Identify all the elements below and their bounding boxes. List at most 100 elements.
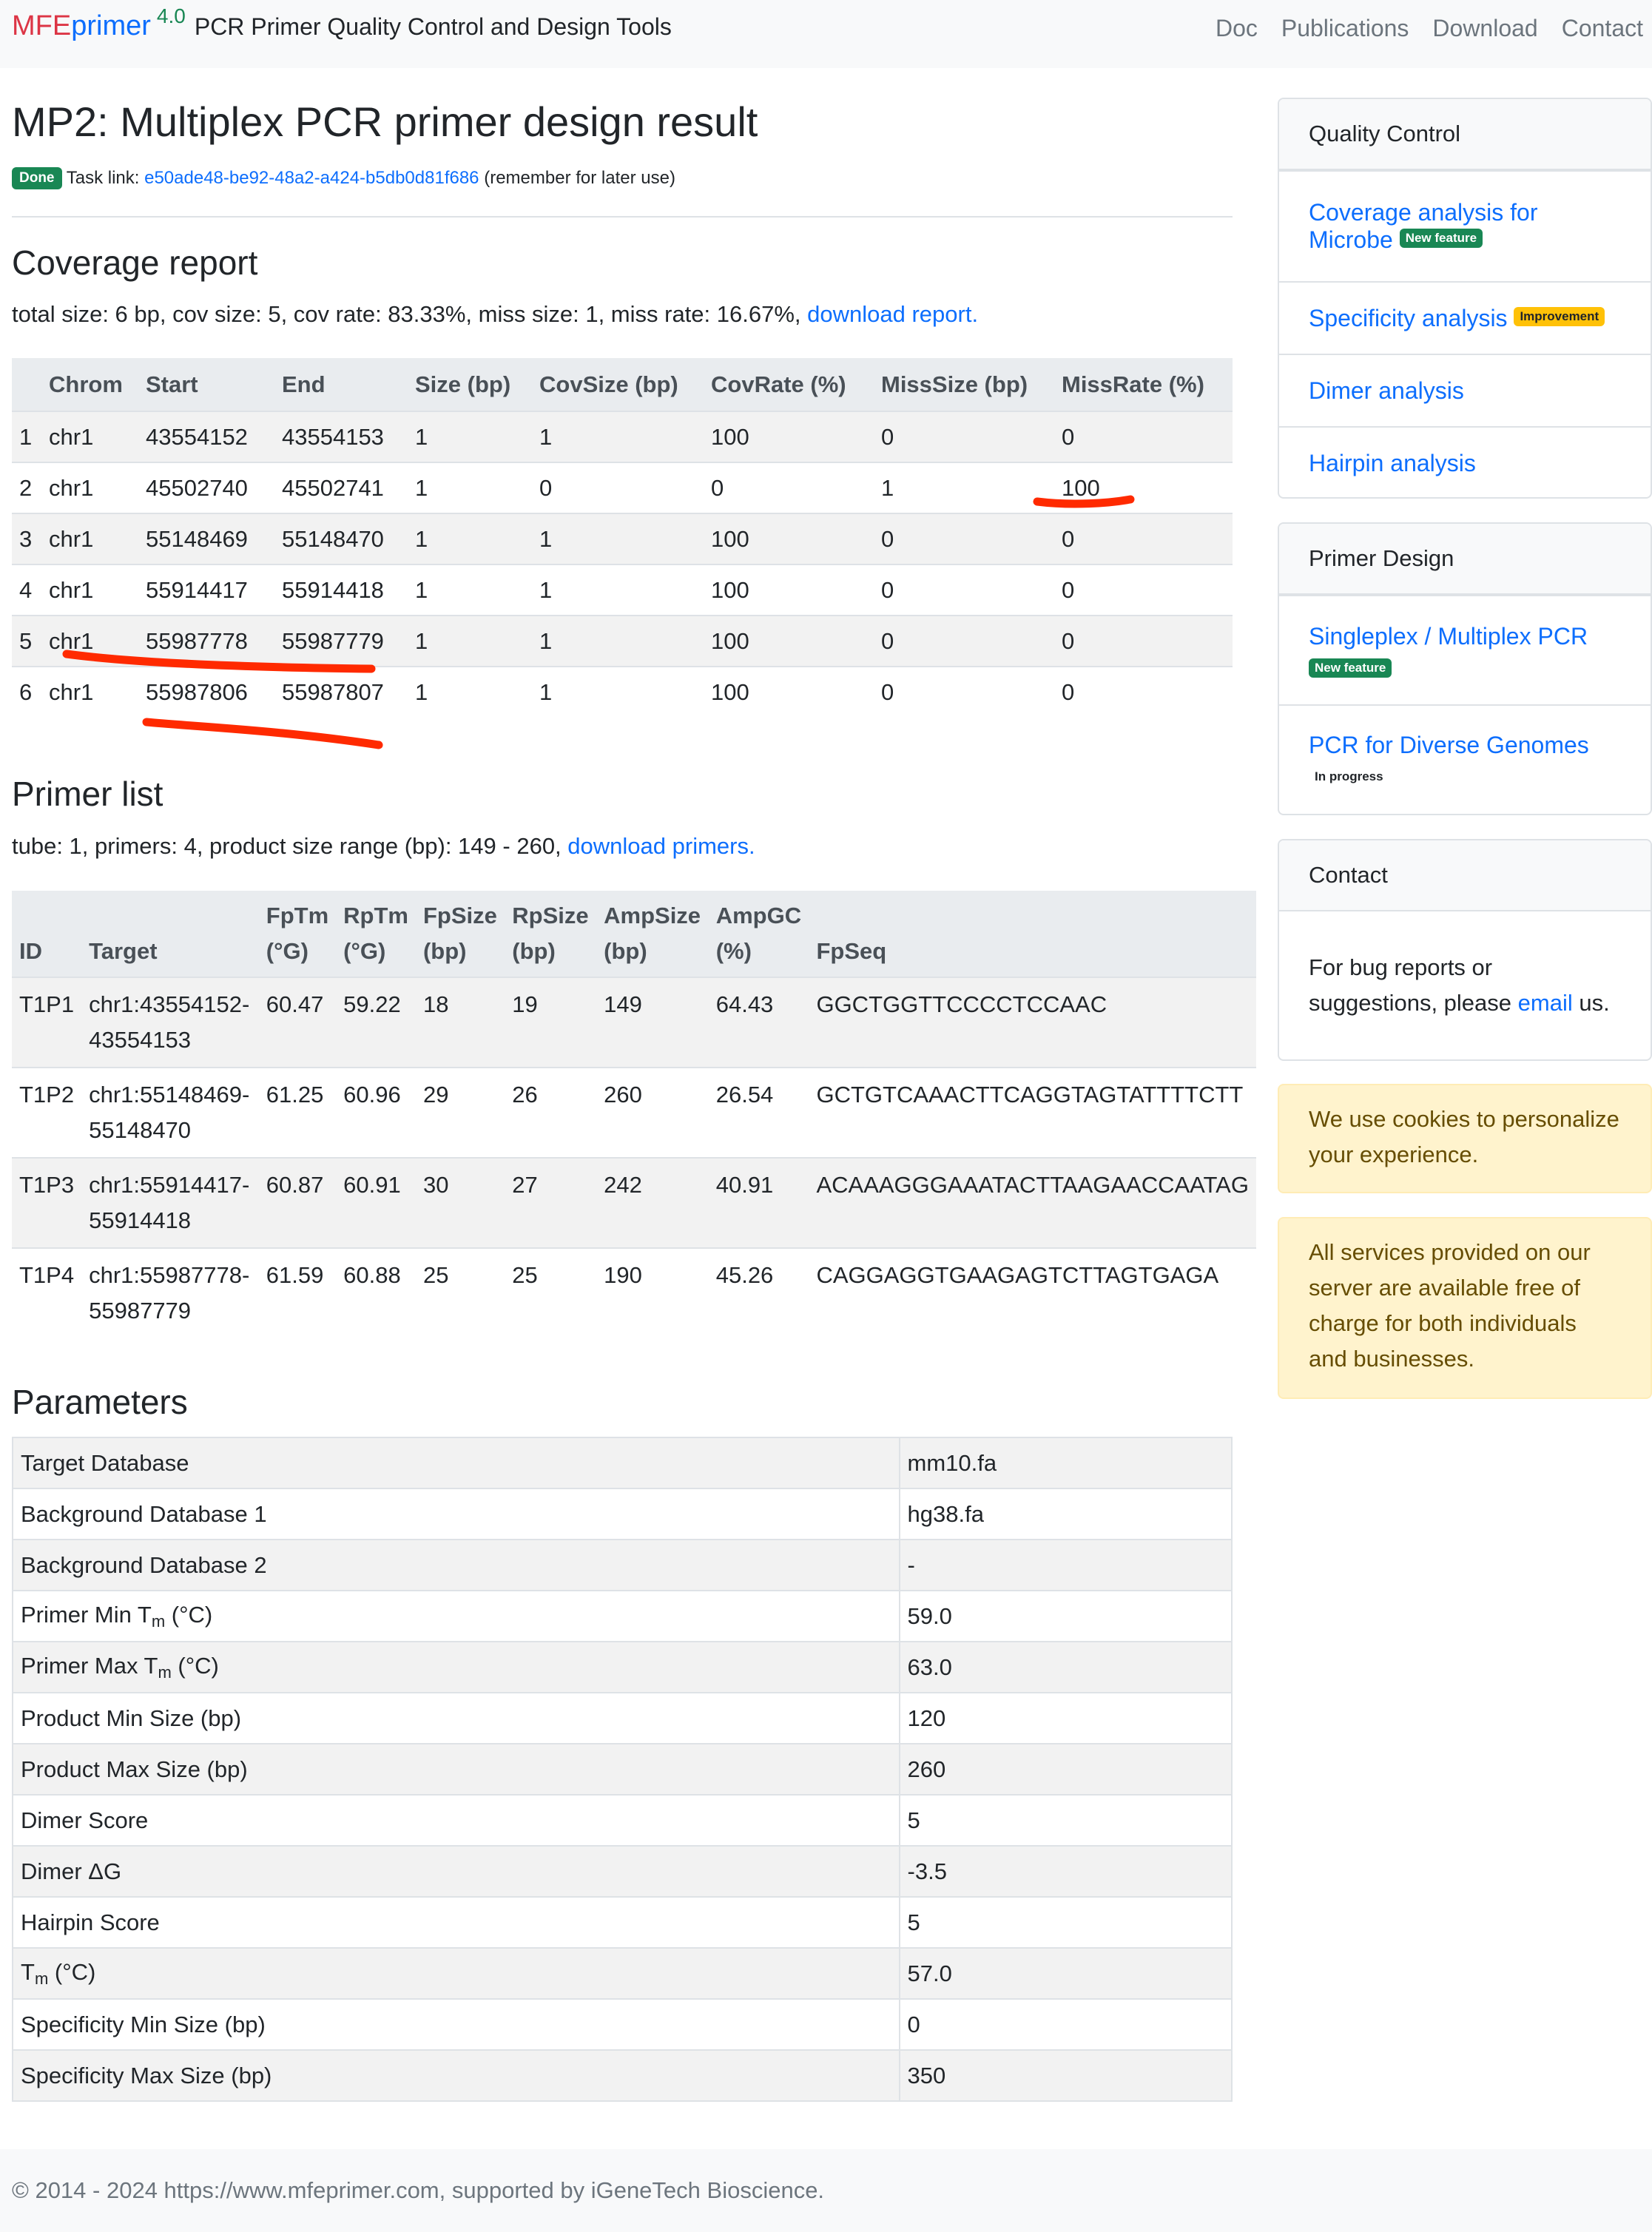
coverage-cell: chr1	[41, 411, 138, 462]
multiplex-pcr-link[interactable]: Singleplex / Multiplex PCR New feature	[1309, 623, 1621, 678]
primer-col-header: RpSize (bp)	[505, 891, 596, 977]
coverage-analysis-link[interactable]: Coverage analysis for Microbe New feature	[1309, 199, 1621, 254]
primer-row: T1P3 chr1:55914417- 55914418 60.87 60.91 30 27…	[12, 1157, 1256, 1248]
primer-cell-rpsize: 26	[505, 1067, 597, 1158]
download-primers-link[interactable]: download primers.	[567, 833, 755, 859]
coverage-cell: 100	[1054, 462, 1233, 513]
coverage-cell: chr1	[41, 564, 138, 616]
coverage-cell: 55914417	[138, 564, 274, 616]
primer-row: T1P1 chr1:43554152- 43554153 60.47 59.22 18 19…	[12, 977, 1256, 1068]
parameter-label: Tm (°C)	[12, 1947, 900, 2000]
primer-cell-fptm: 61.25	[258, 1067, 337, 1158]
primer-col-header: AmpGC (%)	[709, 891, 809, 977]
parameter-row: Primer Min Tm (°C) 59.0	[12, 1590, 1233, 1642]
primer-col-header-line: FpSeq	[816, 938, 887, 964]
coverage-cell: 6	[12, 666, 41, 718]
primer-cell-ampsize: 190	[596, 1247, 709, 1338]
sidebar-item-multiplex[interactable]: Singleplex / Multiplex PCR New feature	[1279, 595, 1651, 704]
quality-control-header: Quality Control	[1279, 99, 1651, 170]
new-feature-badge: New feature	[1399, 229, 1483, 248]
primer-col-header-line: (%)	[715, 938, 752, 964]
coverage-row: 1 chr1 43554152 43554153 1 1 100 0 0	[12, 411, 1233, 462]
primer-design-header: Primer Design	[1279, 524, 1651, 595]
nav-contact[interactable]: Contact	[1562, 15, 1643, 42]
nav-publications[interactable]: Publications	[1281, 15, 1409, 42]
primer-cell-rptm: 60.96	[336, 1067, 416, 1158]
primer-cell-ampgc: 40.91	[708, 1157, 809, 1248]
coverage-cell: 1	[532, 411, 704, 462]
parameter-row: Target Database mm10.fa	[12, 1437, 1233, 1489]
coverage-cell: 0	[532, 462, 704, 513]
coverage-cell: 1	[532, 513, 704, 564]
contact-text: For bug reports or suggestions, please	[1309, 954, 1512, 1016]
parameter-value: 59.0	[898, 1590, 1233, 1642]
new-feature-badge: New feature	[1309, 658, 1392, 678]
coverage-cell: chr1	[41, 615, 138, 667]
primer-summary: tube: 1, primers: 4, product size range …	[12, 833, 755, 860]
coverage-cell: 1	[408, 666, 532, 718]
nav-doc[interactable]: Doc	[1216, 15, 1258, 42]
dimer-analysis-link[interactable]: Dimer analysis	[1309, 377, 1621, 405]
primer-row: T1P4 chr1:55987778- 55987779 61.59 60.88 25 25…	[12, 1247, 1256, 1338]
footer: © 2014 - 2024 https://www.mfeprimer.com,…	[0, 2149, 1652, 2232]
coverage-row: 2 chr1 45502740 45502741 1 0 0 1 100	[12, 462, 1233, 513]
parameter-label-text: Dimer ΔG	[21, 1858, 122, 1884]
sidebar-item-hairpin[interactable]: Hairpin analysis	[1279, 426, 1651, 497]
coverage-cell: 0	[874, 411, 1054, 462]
coverage-cell: 100	[704, 513, 874, 564]
multiplex-pcr-label: Singleplex / Multiplex PCR	[1309, 623, 1588, 650]
primer-cell-target: chr1:55148469- 55148470	[81, 1067, 259, 1158]
specificity-analysis-label: Specificity analysis	[1309, 304, 1508, 331]
coverage-summary-text: total size: 6 bp, cov size: 5, cov rate:…	[12, 301, 801, 327]
primer-col-header: FpSeq	[809, 891, 1256, 977]
parameter-label-text: T	[21, 1958, 35, 1985]
nav-download[interactable]: Download	[1432, 15, 1537, 42]
parameter-label-sub: m	[151, 1611, 166, 1631]
parameter-row: Dimer Score 5	[12, 1794, 1233, 1847]
primer-target-line: chr1:55987778-	[89, 1262, 250, 1288]
parameter-label-text: Target Database	[21, 1449, 189, 1476]
parameter-label-text: Background Database 1	[21, 1500, 267, 1527]
contact-header: Contact	[1279, 840, 1651, 911]
coverage-cell: 55987779	[274, 615, 408, 667]
status-badge: Done	[12, 167, 62, 189]
contact-card: Contact For bug reports or suggestions, …	[1278, 839, 1652, 1061]
parameter-row: Product Max Size (bp) 260	[12, 1743, 1233, 1796]
quality-control-card: Quality Control Coverage analysis for Mic…	[1278, 98, 1652, 499]
parameter-value: 63.0	[898, 1641, 1233, 1693]
primer-cell-ampsize: 260	[596, 1067, 709, 1158]
primer-cell-ampgc: 26.54	[708, 1067, 809, 1158]
diverse-genomes-link[interactable]: PCR for Diverse Genomes In progress	[1309, 732, 1621, 786]
coverage-col-header	[12, 358, 41, 411]
hairpin-analysis-link[interactable]: Hairpin analysis	[1309, 450, 1621, 477]
primer-cell-fpsize: 25	[415, 1247, 505, 1338]
sidebar-item-diverse-genomes[interactable]: PCR for Diverse Genomes In progress	[1279, 704, 1651, 812]
coverage-cell: 0	[1054, 564, 1233, 616]
coverage-cell: 1	[408, 513, 532, 564]
parameter-value: -	[898, 1539, 1233, 1591]
download-report-link[interactable]: download report.	[807, 301, 978, 327]
sidebar-item-specificity[interactable]: Specificity analysis Improvement	[1279, 281, 1651, 354]
parameter-label-text: Dimer Score	[21, 1807, 149, 1833]
task-id-link[interactable]: e50ade48-be92-48a2-a424-b5db0d81f686	[144, 168, 479, 188]
coverage-cell: chr1	[41, 462, 138, 513]
coverage-cell: 2	[12, 462, 41, 513]
primer-cell-fpseq: GCTGTCAAACTTCAGGTAGTATTTTCTT	[809, 1067, 1256, 1158]
specificity-analysis-link[interactable]: Specificity analysis Improvement	[1309, 305, 1621, 332]
sidebar-item-dimer[interactable]: Dimer analysis	[1279, 354, 1651, 426]
brand-logo[interactable]: MFEprimer 4.0 PCR Primer Quality Control a…	[12, 4, 672, 42]
primer-cell-fpsize: 29	[415, 1067, 505, 1158]
primer-col-header-line: (bp)	[604, 938, 647, 964]
parameter-value: 0	[898, 1998, 1233, 2051]
email-link[interactable]: email	[1518, 990, 1573, 1016]
parameter-label: Specificity Min Size (bp)	[12, 1998, 900, 2051]
parameter-row: Dimer ΔG -3.5	[12, 1845, 1233, 1898]
parameter-row: Primer Max Tm (°C) 63.0	[12, 1641, 1233, 1693]
task-link-label: Task link:	[66, 168, 140, 188]
coverage-cell: 4	[12, 564, 41, 616]
parameter-row: Product Min Size (bp) 120	[12, 1692, 1233, 1744]
primer-cell-ampgc: 45.26	[708, 1247, 809, 1338]
parameter-label-suffix: (°C)	[165, 1601, 213, 1628]
parameter-label-text: Background Database 2	[21, 1551, 267, 1578]
sidebar-item-coverage-microbe[interactable]: Coverage analysis for Microbe New feature	[1279, 170, 1651, 281]
